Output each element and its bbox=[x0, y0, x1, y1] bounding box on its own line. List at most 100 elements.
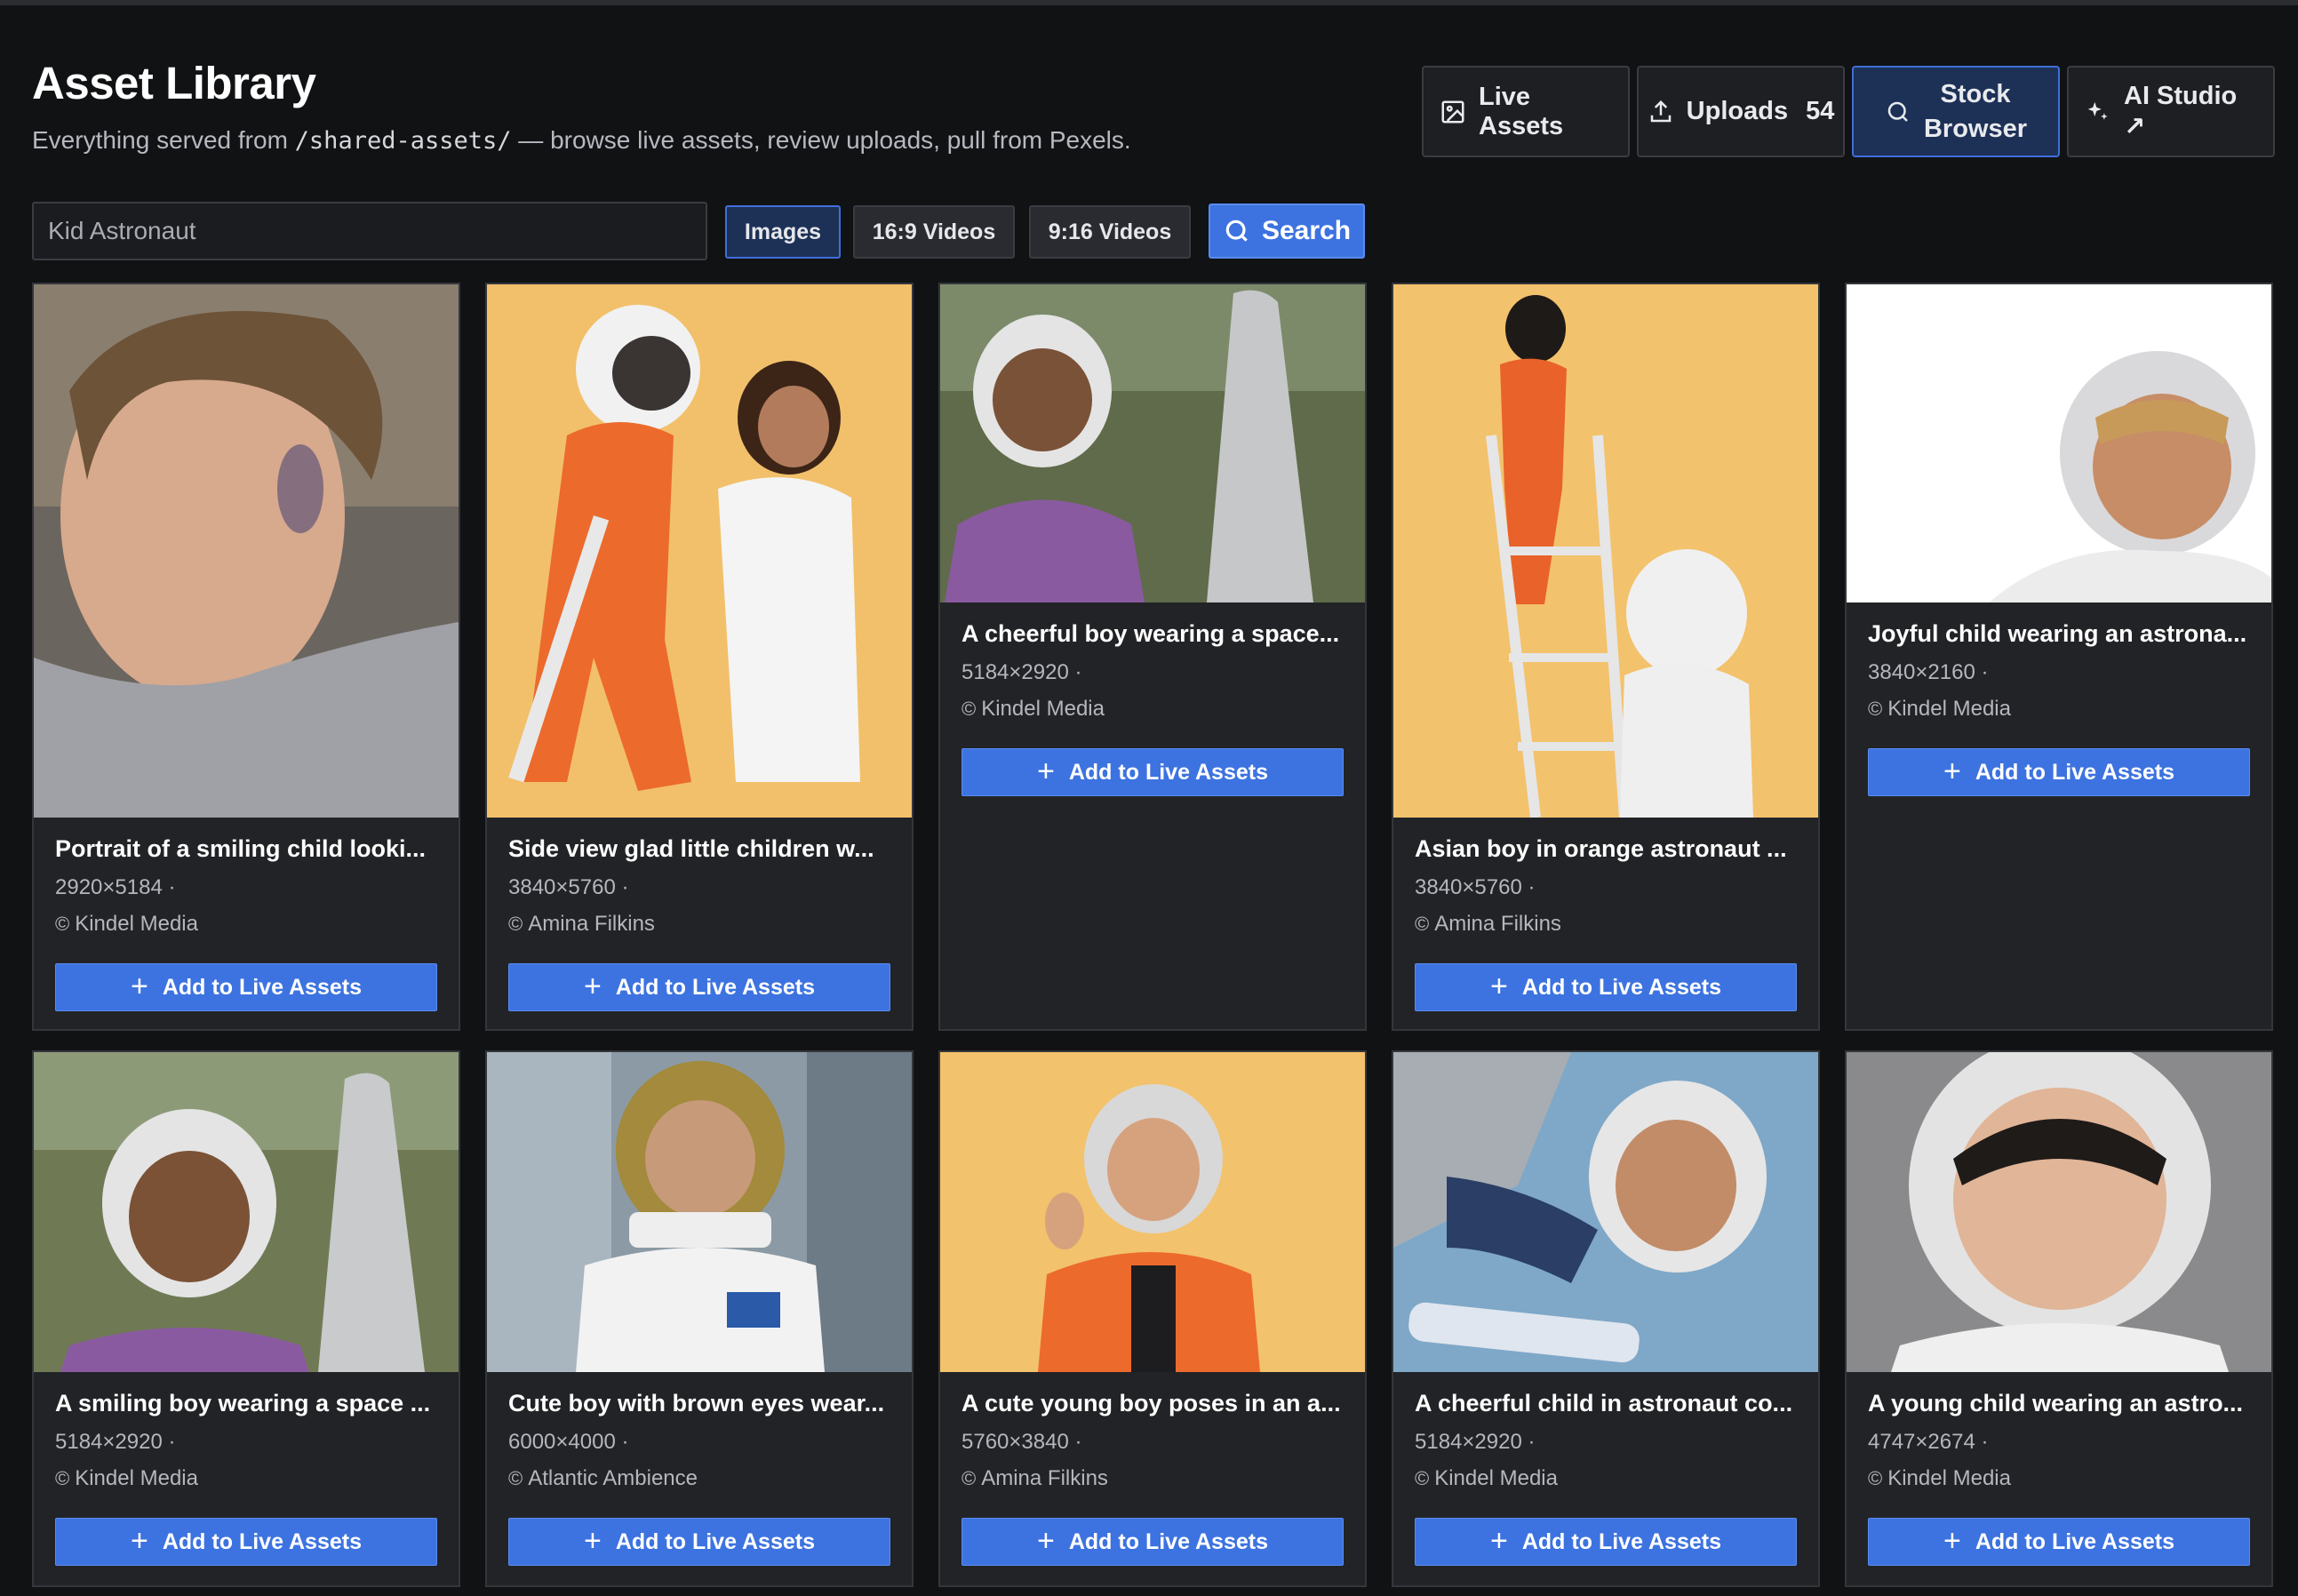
plus-icon: + bbox=[1490, 1523, 1508, 1558]
asset-dimensions: 2920×5184 · bbox=[55, 875, 176, 899]
asset-author: © Amina Filkins bbox=[508, 912, 890, 937]
search-icon bbox=[1225, 219, 1248, 242]
add-button-label: Add to Live Assets bbox=[1521, 974, 1721, 1000]
add-to-live-assets-button[interactable]: + Add to Live Assets bbox=[1415, 1518, 1797, 1566]
plus-icon: + bbox=[584, 1523, 602, 1558]
add-to-live-assets-button[interactable]: + Add to Live Assets bbox=[961, 748, 1344, 796]
stock-label-line1: Stock bbox=[1940, 79, 2011, 108]
plus-icon: + bbox=[1490, 969, 1508, 1003]
copyright-icon: © bbox=[1415, 913, 1430, 935]
asset-dimensions: 4747×2674 · bbox=[1868, 1430, 1989, 1454]
plus-icon: + bbox=[1943, 1523, 1961, 1558]
search-button-label: Search bbox=[1261, 216, 1352, 245]
add-to-live-assets-button[interactable]: + Add to Live Assets bbox=[1415, 963, 1797, 1011]
add-button-label: Add to Live Assets bbox=[615, 1528, 815, 1554]
asset-card: A cute young boy poses in an a... 5760×3… bbox=[938, 1050, 1367, 1587]
young-child-helmet-image bbox=[1847, 1052, 2271, 1372]
asset-author: © Kindel Media bbox=[1868, 1466, 2250, 1491]
asset-caption: Cute boy with brown eyes wear... 6000×40… bbox=[508, 1390, 890, 1491]
copyright-icon: © bbox=[961, 698, 977, 720]
asset-thumbnail[interactable] bbox=[487, 1052, 912, 1372]
search-icon bbox=[1887, 101, 1908, 122]
stock-label-line2: Browser bbox=[1923, 114, 2028, 143]
add-button-label: Add to Live Assets bbox=[162, 1528, 362, 1554]
filter-9-16-videos[interactable]: 9:16 Videos bbox=[1029, 205, 1191, 259]
plus-icon: + bbox=[1037, 754, 1055, 788]
asset-thumbnail[interactable] bbox=[1393, 1052, 1818, 1372]
asset-thumbnail[interactable] bbox=[34, 284, 459, 818]
ai-studio-link[interactable]: AI Studio ↗ bbox=[2067, 66, 2275, 157]
add-button-label: Add to Live Assets bbox=[1975, 759, 2174, 785]
add-to-live-assets-button[interactable]: + Add to Live Assets bbox=[508, 963, 890, 1011]
author-name: Kindel Media bbox=[75, 912, 198, 936]
add-to-live-assets-button[interactable]: + Add to Live Assets bbox=[55, 963, 437, 1011]
children-astronauts-image bbox=[487, 284, 912, 818]
smiling-boy-helmet-image bbox=[34, 1052, 459, 1372]
live-assets-tab[interactable]: Live Assets bbox=[1422, 66, 1630, 157]
asset-dimensions: 6000×4000 · bbox=[508, 1430, 629, 1454]
plus-icon: + bbox=[131, 969, 148, 1003]
add-to-live-assets-button[interactable]: + Add to Live Assets bbox=[55, 1518, 437, 1566]
asset-thumbnail[interactable] bbox=[1847, 284, 2271, 602]
asset-caption: Side view glad little children w... 3840… bbox=[508, 835, 890, 937]
add-to-live-assets-button[interactable]: + Add to Live Assets bbox=[961, 1518, 1344, 1566]
asset-library-page: Asset Library Everything served from /sh… bbox=[32, 5, 2275, 1596]
asset-title: A cheerful boy wearing a space... bbox=[961, 620, 1340, 647]
asset-title: Asian boy in orange astronaut ... bbox=[1415, 835, 1787, 862]
asset-card: A cheerful boy wearing a space... 5184×2… bbox=[938, 283, 1367, 1031]
add-button-label: Add to Live Assets bbox=[1068, 759, 1268, 785]
upload-icon bbox=[1650, 100, 1671, 122]
uploads-tab[interactable]: Uploads 54 bbox=[1637, 66, 1845, 157]
asset-caption: A cheerful child in astronaut co... 5184… bbox=[1415, 1390, 1797, 1491]
plus-icon: + bbox=[1037, 1523, 1055, 1558]
asset-dimensions: 3840×5760 · bbox=[1415, 875, 1536, 899]
add-to-live-assets-button[interactable]: + Add to Live Assets bbox=[1868, 748, 2250, 796]
asset-title: A cheerful child in astronaut co... bbox=[1415, 1390, 1793, 1416]
filter-16-9-videos[interactable]: 16:9 Videos bbox=[853, 205, 1015, 259]
asset-thumbnail[interactable] bbox=[940, 1052, 1365, 1372]
stock-browser-tab[interactable]: Stock Browser bbox=[1852, 66, 2060, 157]
asset-author: © Kindel Media bbox=[55, 912, 437, 937]
asset-caption: Joyful child wearing an astrona... 3840×… bbox=[1868, 620, 2250, 722]
author-name: Kindel Media bbox=[981, 697, 1105, 721]
add-button-label: Add to Live Assets bbox=[615, 974, 815, 1000]
child-portrait-image bbox=[34, 284, 459, 818]
asset-thumbnail[interactable] bbox=[1847, 1052, 2271, 1372]
asset-title: A young child wearing an astro... bbox=[1868, 1390, 2244, 1416]
asset-dimensions: 5184×2920 · bbox=[55, 1430, 176, 1454]
asset-caption: A cheerful boy wearing a space... 5184×2… bbox=[961, 620, 1344, 722]
asset-card: Cute boy with brown eyes wear... 6000×40… bbox=[485, 1050, 914, 1587]
asset-card: Side view glad little children w... 3840… bbox=[485, 283, 914, 1031]
copyright-icon: © bbox=[1868, 1467, 1883, 1489]
filter-images[interactable]: Images bbox=[725, 205, 841, 259]
asset-dimensions: 5184×2920 · bbox=[961, 660, 1082, 684]
joyful-child-helmet-image bbox=[1847, 284, 2271, 602]
image-icon bbox=[1441, 100, 1464, 123]
search-button[interactable]: Search bbox=[1209, 203, 1365, 259]
asset-thumbnail[interactable] bbox=[1393, 284, 1818, 818]
copyright-icon: © bbox=[55, 1467, 70, 1489]
author-name: Amina Filkins bbox=[1434, 912, 1561, 936]
asset-author: © Kindel Media bbox=[1868, 697, 2250, 722]
asset-card: Portrait of a smiling child looki... 292… bbox=[32, 283, 460, 1031]
copyright-icon: © bbox=[1868, 698, 1883, 720]
asset-dimensions: 3840×5760 · bbox=[508, 875, 629, 899]
copyright-icon: © bbox=[1415, 1467, 1430, 1489]
asset-title: Joyful child wearing an astrona... bbox=[1868, 620, 2247, 647]
asset-author: © Amina Filkins bbox=[961, 1466, 1344, 1491]
asset-thumbnail[interactable] bbox=[487, 284, 912, 818]
asset-card: Asian boy in orange astronaut ... 3840×5… bbox=[1392, 283, 1820, 1031]
asset-thumbnail[interactable] bbox=[34, 1052, 459, 1372]
asset-title: Portrait of a smiling child looki... bbox=[55, 835, 427, 862]
author-name: Kindel Media bbox=[1887, 697, 2011, 721]
add-to-live-assets-button[interactable]: + Add to Live Assets bbox=[508, 1518, 890, 1566]
add-to-live-assets-button[interactable]: + Add to Live Assets bbox=[1868, 1518, 2250, 1566]
search-input[interactable] bbox=[32, 202, 707, 260]
stock-browser-label: Stock Browser bbox=[1924, 77, 2027, 147]
asset-thumbnail[interactable] bbox=[940, 284, 1365, 602]
boy-orange-suit-ladder-image bbox=[1393, 284, 1818, 818]
author-name: Kindel Media bbox=[1434, 1466, 1558, 1490]
asset-caption: A smiling boy wearing a space ... 5184×2… bbox=[55, 1390, 437, 1491]
library-nav: Live Assets Uploads 54 Stock Browser AI … bbox=[1422, 66, 2275, 157]
asset-caption: Portrait of a smiling child looki... 292… bbox=[55, 835, 437, 937]
